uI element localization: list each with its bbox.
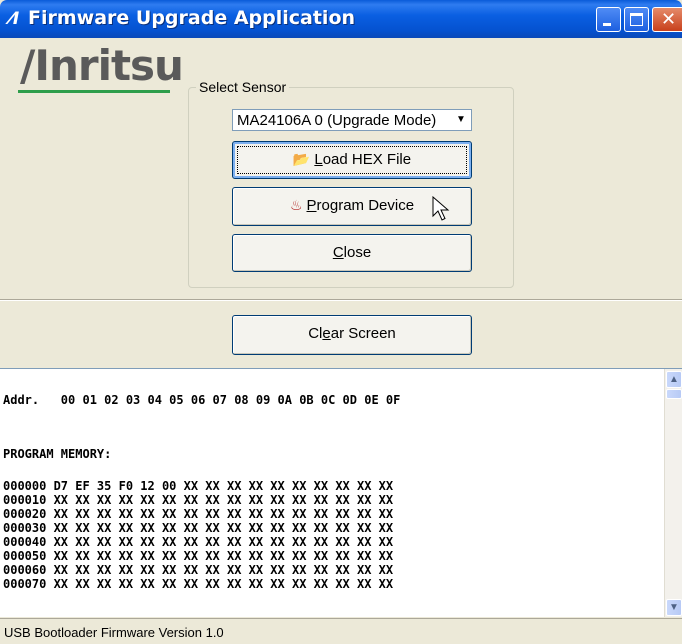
scroll-thumb[interactable] — [666, 389, 682, 399]
scroll-up-icon[interactable]: ▲ — [666, 371, 682, 388]
program-text: rogram Device — [316, 197, 415, 214]
clear-text: ar Screen — [330, 325, 396, 342]
memory-row: 000020 XX XX XX XX XX XX XX XX XX XX XX … — [3, 507, 394, 521]
memory-row: 000030 XX XX XX XX XX XX XX XX XX XX XX … — [3, 521, 394, 535]
select-sensor-label: Select Sensor — [196, 79, 290, 95]
load-hex-mnemonic: L — [314, 151, 323, 168]
sensor-dropdown[interactable]: MA24106A 0 (Upgrade Mode) ▼ — [232, 109, 472, 131]
program-memory-heading: PROGRAM MEMORY: — [3, 447, 112, 461]
clear-prefix: Cl — [308, 325, 323, 342]
clear-screen-button[interactable]: Clear Screen — [232, 315, 472, 355]
memory-row: 000040 XX XX XX XX XX XX XX XX XX XX XX … — [3, 535, 394, 549]
clear-mnemonic: e — [322, 325, 331, 342]
sensor-dropdown-value: MA24106A 0 (Upgrade Mode) — [237, 112, 437, 129]
load-hex-file-label: 📂 Load HEX File — [233, 151, 471, 168]
close-icon: ✕ — [661, 9, 677, 30]
memory-row: 000000 D7 EF 35 F0 12 00 XX XX XX XX XX … — [3, 479, 394, 493]
status-bar: USB Bootloader Firmware Version 1.0 — [0, 618, 682, 644]
folder-open-icon: 📂 — [292, 151, 311, 167]
close-window-button[interactable]: ✕ — [652, 7, 682, 32]
maximize-button[interactable] — [624, 7, 649, 32]
clear-screen-label: Clear Screen — [233, 325, 471, 342]
vertical-scrollbar[interactable]: ▲ ▼ — [664, 369, 682, 617]
memory-view[interactable]: Addr. 00 01 02 03 04 05 06 07 08 09 0A 0… — [0, 368, 682, 617]
close-text: lose — [343, 244, 372, 261]
memory-row: 000070 XX XX XX XX XX XX XX XX XX XX XX … — [3, 577, 394, 591]
load-hex-file-button[interactable]: 📂 Load HEX File — [232, 141, 472, 179]
chevron-down-icon[interactable]: ▼ — [452, 111, 470, 129]
load-hex-text: oad HEX File — [322, 151, 412, 168]
chip-program-icon: ♨ — [289, 197, 303, 213]
close-label: Close — [233, 244, 471, 261]
mouse-cursor-icon — [432, 196, 450, 221]
minimize-icon — [603, 23, 611, 26]
memory-row: 000060 XX XX XX XX XX XX XX XX XX XX XX … — [3, 563, 394, 577]
close-mnemonic: C — [332, 244, 344, 261]
divider — [0, 299, 682, 301]
logo-underline — [18, 90, 170, 93]
memory-row: 000010 XX XX XX XX XX XX XX XX XX XX XX … — [3, 493, 394, 507]
app-icon: ⁄I — [10, 9, 20, 29]
app-window: ⁄I Firmware Upgrade Application ✕ /Inrit… — [0, 0, 682, 644]
maximize-icon — [630, 13, 643, 26]
close-button[interactable]: Close — [232, 234, 472, 272]
status-text: USB Bootloader Firmware Version 1.0 — [4, 625, 224, 640]
window-title: Firmware Upgrade Application — [28, 7, 356, 29]
memory-row: 000050 XX XX XX XX XX XX XX XX XX XX XX … — [3, 549, 394, 563]
minimize-button[interactable] — [596, 7, 621, 32]
scroll-down-icon[interactable]: ▼ — [666, 599, 682, 616]
title-bar[interactable]: ⁄I Firmware Upgrade Application ✕ — [0, 0, 682, 38]
anritsu-logo: /Inritsu — [20, 41, 184, 90]
program-mnemonic: P — [306, 197, 317, 214]
address-header: Addr. 00 01 02 03 04 05 06 07 08 09 0A 0… — [3, 393, 401, 407]
